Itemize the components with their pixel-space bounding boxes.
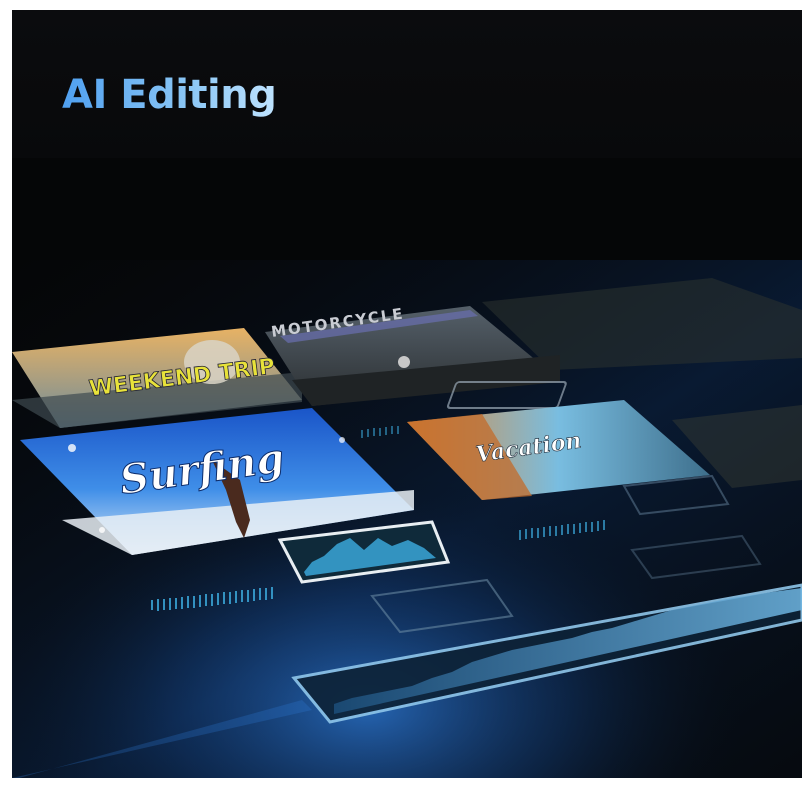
bottom-margin bbox=[12, 778, 802, 809]
editing-scene: WEEKEND TRIP MOTORCYCLE Vacation Surfing bbox=[12, 260, 802, 778]
feature-banner: AI Editing WEEKEND TRIP MOTORCYCLE Vacat… bbox=[12, 10, 802, 778]
